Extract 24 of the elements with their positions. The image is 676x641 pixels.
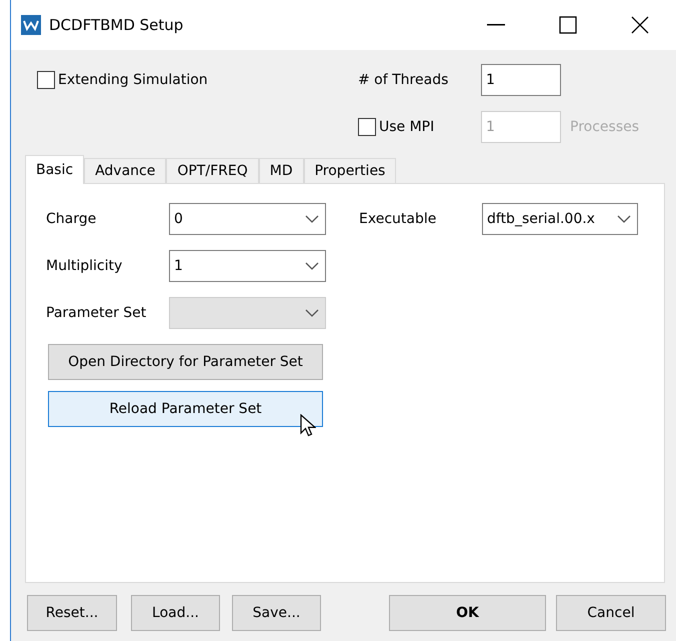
input-field[interactable]: 1 <box>481 64 561 96</box>
field-label: Charge <box>46 211 98 227</box>
unit-label: Processes <box>570 119 640 135</box>
field-label: Parameter Set <box>46 305 148 321</box>
tab[interactable]: Basic <box>25 155 84 184</box>
window-title: DCDFTBMD Setup <box>49 16 184 34</box>
dropdown[interactable]: 0 <box>169 203 326 235</box>
action-button[interactable]: Open Directory for Parameter Set <box>48 344 323 380</box>
dialog-button[interactable]: Load... <box>131 595 220 631</box>
field-label: Multiplicity <box>46 258 124 274</box>
checkbox-label: Extending Simulation <box>58 72 208 88</box>
dialog-button[interactable]: Reset... <box>27 595 117 631</box>
tab[interactable]: MD <box>258 158 304 183</box>
dropdown[interactable]: dftb_serial.00.x <box>482 203 638 235</box>
checkbox-label: Use MPI <box>379 119 434 135</box>
dialog-button[interactable]: Cancel <box>556 595 666 631</box>
tab[interactable]: Properties <box>304 158 396 183</box>
tab[interactable]: OPT/FREQ <box>166 158 259 183</box>
dialog-button[interactable]: OK <box>389 595 546 631</box>
field-label: # of Threads <box>358 72 450 88</box>
dialog-button[interactable]: Save... <box>232 595 321 631</box>
field-label: Executable <box>359 211 438 227</box>
dropdown[interactable]: 1 <box>169 250 326 282</box>
tab[interactable]: Advance <box>84 158 166 183</box>
